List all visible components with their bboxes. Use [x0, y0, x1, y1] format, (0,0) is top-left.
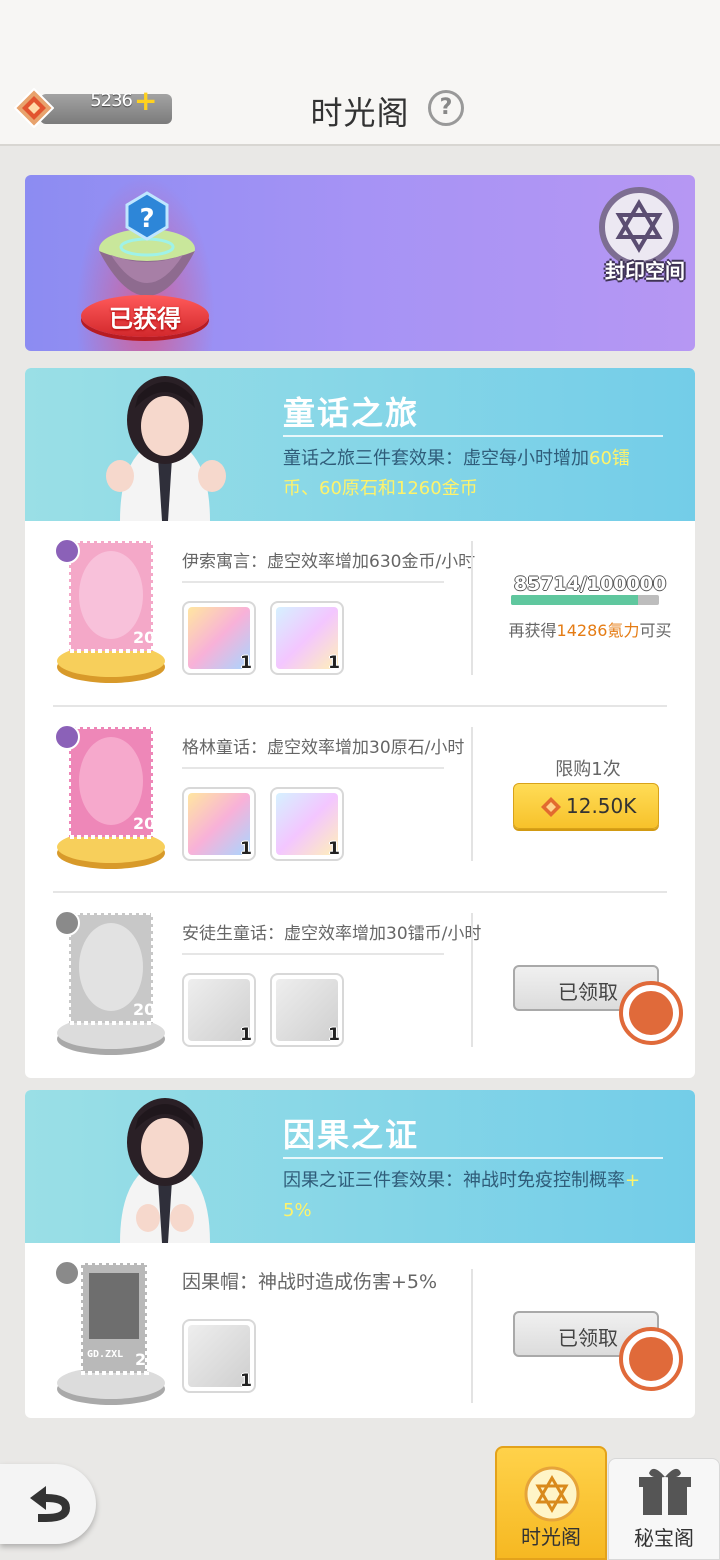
- reward-count: 1: [328, 1025, 340, 1045]
- set-header: 童话之旅 童话之旅三件套效果：虚空每小时增加60镭 币、60原石和1260金币: [25, 368, 695, 521]
- reward-count: 1: [240, 839, 252, 859]
- svg-text:20: 20: [135, 1350, 157, 1369]
- paw-icon[interactable]: [619, 1327, 683, 1391]
- set-divider: [283, 435, 663, 437]
- svg-text:?: ?: [139, 204, 154, 234]
- reward-slot[interactable]: 1: [270, 787, 344, 861]
- bottom-nav: 时光阁 秘宝阁: [0, 1440, 720, 1560]
- reward-count: 1: [328, 653, 340, 673]
- obtained-label: 已获得: [109, 305, 181, 333]
- progress-bar: [511, 595, 659, 605]
- seal-space-label: 封印空间: [605, 259, 685, 283]
- list-item: 20 格林童话：虚空效率增加30原石/小时 1 1 限购1次 12.50K: [25, 707, 695, 893]
- list-item: GD.ZXL 20 因果帽：神战时造成伤害+5% 1 已领取: [25, 1243, 695, 1418]
- progress-fill: [511, 595, 638, 605]
- back-button[interactable]: [0, 1464, 96, 1544]
- set-effect-prefix: 因果之证三件套效果：神战时免疫控制概率: [283, 1170, 625, 1191]
- gift-icon: [639, 1468, 691, 1515]
- svg-text:20: 20: [133, 814, 155, 833]
- divider: [471, 913, 473, 1047]
- divider: [182, 767, 444, 769]
- help-button[interactable]: ?: [428, 90, 464, 126]
- divider: [471, 727, 473, 861]
- divider: [471, 541, 473, 675]
- reward-slot[interactable]: 1: [182, 787, 256, 861]
- set-effect-text: 因果之证三件套效果：神战时免疫控制概率+ 5%: [283, 1166, 673, 1226]
- set-title: 童话之旅: [283, 394, 420, 432]
- tab-label: 秘宝阁: [634, 1526, 694, 1550]
- tab-mibao[interactable]: 秘宝阁: [608, 1458, 720, 1560]
- set-banner: ? 已获得 封印空间: [25, 175, 695, 351]
- svg-text:20: 20: [133, 628, 155, 647]
- paw-icon[interactable]: [619, 981, 683, 1045]
- stamp-karma-hat-icon[interactable]: GD.ZXL 20: [53, 1259, 169, 1409]
- list-item: 20 安徒生童话：虚空效率增加30镭币/小时 1 1 已领取: [25, 893, 695, 1078]
- progress-hint: 再获得14286氪力可买: [495, 617, 685, 641]
- set-effect-highlight-line2: 5%: [283, 1200, 312, 1221]
- tab-label: 时光阁: [521, 1525, 581, 1549]
- reward-count: 1: [240, 1025, 252, 1045]
- stamp-grimm-icon[interactable]: 20: [53, 723, 169, 873]
- hint-prefix: 再获得: [508, 621, 557, 640]
- hexagram-icon: [524, 1466, 580, 1522]
- set-effect-prefix: 童话之旅三件套效果：虚空每小时增加: [283, 448, 589, 469]
- reward-count: 1: [240, 1371, 252, 1391]
- character-portrait: [120, 1098, 210, 1243]
- reward-slot[interactable]: 1: [182, 1319, 256, 1393]
- reward-slot[interactable]: 1: [270, 601, 344, 675]
- set-divider: [283, 1157, 663, 1159]
- paw-core: [629, 991, 673, 1035]
- back-arrow-icon: [30, 1486, 70, 1522]
- paw-core: [629, 1337, 673, 1381]
- hint-amount: 14286氪力: [556, 621, 640, 640]
- hint-suffix: 可买: [639, 621, 672, 640]
- stamp-andersen-icon[interactable]: 20: [53, 909, 169, 1059]
- divider: [471, 1269, 473, 1403]
- character-portrait: [106, 376, 226, 521]
- diamond-gem-icon: [541, 797, 561, 817]
- tab-shiguang[interactable]: 时光阁: [495, 1446, 607, 1560]
- reward-count: 1: [240, 653, 252, 673]
- item-description: 格林童话：虚空效率增加30原石/小时: [182, 738, 465, 758]
- reward-slot[interactable]: 1: [182, 601, 256, 675]
- set-title: 因果之证: [283, 1116, 420, 1154]
- buy-price: 12.50K: [566, 794, 637, 818]
- purchase-limit: 限购1次: [555, 759, 621, 780]
- item-description: 伊索寓言：虚空效率增加630金币/小时: [182, 552, 476, 572]
- divider: [182, 581, 444, 583]
- set-header: 因果之证 因果之证三件套效果：神战时免疫控制概率+ 5%: [25, 1090, 695, 1243]
- item-description: 安徒生童话：虚空效率增加30镭币/小时: [182, 924, 482, 944]
- set-effect-highlight-line2: 币、60原石和1260金币: [283, 478, 478, 499]
- item-description: 因果帽：神战时造成伤害+5%: [182, 1271, 438, 1293]
- svg-text:20: 20: [133, 1000, 155, 1019]
- list-item: 20 伊索寓言：虚空效率增加630金币/小时 1 1 85714/100000 …: [25, 521, 695, 707]
- page-title: 时光阁: [310, 94, 410, 132]
- reward-slot[interactable]: 1: [182, 973, 256, 1047]
- progress-text: 85714/100000: [513, 573, 667, 595]
- seal-space-button[interactable]: 封印空间: [597, 187, 693, 283]
- divider: [182, 953, 444, 955]
- reward-count: 1: [328, 839, 340, 859]
- set-effect-highlight: +: [625, 1170, 641, 1191]
- reward-slot[interactable]: 1: [270, 973, 344, 1047]
- svg-text:GD.ZXL: GD.ZXL: [87, 1349, 123, 1360]
- stamp-aesop-icon[interactable]: 20: [53, 537, 169, 687]
- top-bar: 5236 + 时光阁 ?: [0, 0, 720, 146]
- buy-button[interactable]: 12.50K: [513, 783, 659, 829]
- set-card-karma: 因果之证 因果之证三件套效果：神战时免疫控制概率+ 5% GD.ZXL 20 因…: [25, 1090, 695, 1418]
- set-effect-highlight: 60镭: [589, 448, 630, 469]
- set-card-fairytale: 童话之旅 童话之旅三件套效果：虚空每小时增加60镭 币、60原石和1260金币 …: [25, 368, 695, 1078]
- set-effect-text: 童话之旅三件套效果：虚空每小时增加60镭 币、60原石和1260金币: [283, 444, 673, 504]
- hexagram-icon: [615, 199, 663, 253]
